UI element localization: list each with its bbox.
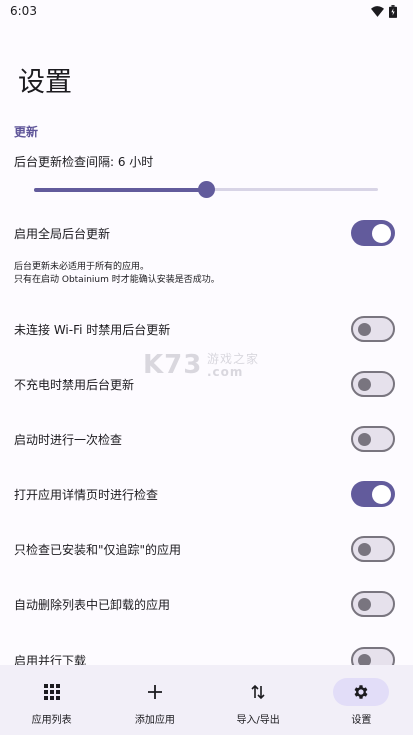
only-installed-and-tracked-switch[interactable] [351, 536, 395, 562]
nav-label: 应用列表 [31, 715, 72, 726]
watermark-logo-text: K73 [143, 350, 203, 380]
background-update-helper-text: 后台更新未必适用于所有的应用。 只有在启动 Obtainium 时才能确认安装是… [14, 261, 220, 287]
setting-label: 自动删除列表中已卸载的应用 [14, 597, 171, 612]
nav-icon-container [127, 678, 183, 706]
import-export-icon [251, 684, 265, 700]
nav-item-add-app[interactable]: 添加应用 [103, 665, 206, 735]
slider-thumb[interactable] [198, 181, 215, 198]
setting-row-disable-without-wifi[interactable]: 未连接 Wi-Fi 时禁用后台更新 [0, 307, 413, 351]
nav-item-settings[interactable]: 设置 [310, 665, 413, 735]
switch-knob [372, 484, 391, 504]
check-on-start-switch[interactable] [351, 426, 395, 452]
update-interval-label: 后台更新检查间隔: 6 小时 [14, 155, 154, 169]
nav-item-apps[interactable]: 应用列表 [0, 665, 103, 735]
update-interval-slider[interactable] [34, 180, 378, 200]
slider-track-active [34, 188, 206, 192]
setting-row-auto-remove-uninstalled[interactable]: 自动删除列表中已卸载的应用 [0, 582, 413, 626]
helper-line-1: 后台更新未必适用于所有的应用。 [14, 262, 150, 272]
disable-when-not-charging-switch[interactable] [351, 371, 395, 397]
wifi-icon [371, 5, 384, 17]
setting-row-only-installed-and-tracked[interactable]: 只检查已安装和"仅追踪"的应用 [0, 527, 413, 571]
switch-knob [358, 597, 371, 611]
nav-icon-container [333, 678, 390, 706]
watermark-domain: .com [207, 365, 244, 379]
watermark-logo: K73 游戏之家 .com [143, 350, 258, 380]
bottom-navigation: 应用列表 添加应用 导入/导出 设置 [0, 665, 413, 735]
helper-line-2: 只有在启动 Obtainium 时才能确认安装是否成功。 [14, 275, 220, 285]
battery-icon [389, 4, 397, 18]
nav-label: 添加应用 [134, 715, 175, 726]
global-background-updates-switch[interactable] [351, 220, 395, 246]
setting-label: 不充电时禁用后台更新 [14, 377, 135, 392]
disable-without-wifi-switch[interactable] [351, 316, 395, 342]
add-icon [147, 685, 162, 699]
status-bar: 6:03 [0, 0, 413, 22]
nav-item-import-export[interactable]: 导入/导出 [207, 665, 310, 735]
status-icons [371, 4, 397, 18]
setting-label: 打开应用详情页时进行检查 [14, 487, 159, 502]
nav-icon-container [230, 678, 286, 706]
switch-knob [358, 377, 371, 391]
nav-icon-container [24, 678, 80, 706]
setting-label: 启用全局后台更新 [14, 226, 111, 241]
switch-knob [358, 322, 371, 336]
switch-knob [358, 432, 371, 446]
page-title: 设置 [18, 67, 72, 98]
check-on-app-details-switch[interactable] [351, 481, 395, 507]
settings-gear-icon [354, 685, 368, 699]
auto-remove-uninstalled-switch[interactable] [351, 591, 395, 617]
nav-label: 导入/导出 [236, 715, 280, 726]
section-header-updates: 更新 [14, 125, 39, 139]
switch-knob [358, 542, 371, 556]
switch-knob [372, 223, 391, 243]
setting-row-check-on-app-details[interactable]: 打开应用详情页时进行检查 [0, 472, 413, 516]
setting-row-global-background-updates[interactable]: 启用全局后台更新 [0, 211, 413, 255]
setting-label: 启动时进行一次检查 [14, 432, 123, 447]
setting-label: 只检查已安装和"仅追踪"的应用 [14, 542, 182, 557]
setting-label: 未连接 Wi-Fi 时禁用后台更新 [14, 322, 171, 337]
nav-label: 设置 [351, 715, 372, 726]
apps-grid-icon [43, 684, 60, 700]
setting-row-check-on-start[interactable]: 启动时进行一次检查 [0, 417, 413, 461]
status-time: 6:03 [10, 4, 37, 18]
